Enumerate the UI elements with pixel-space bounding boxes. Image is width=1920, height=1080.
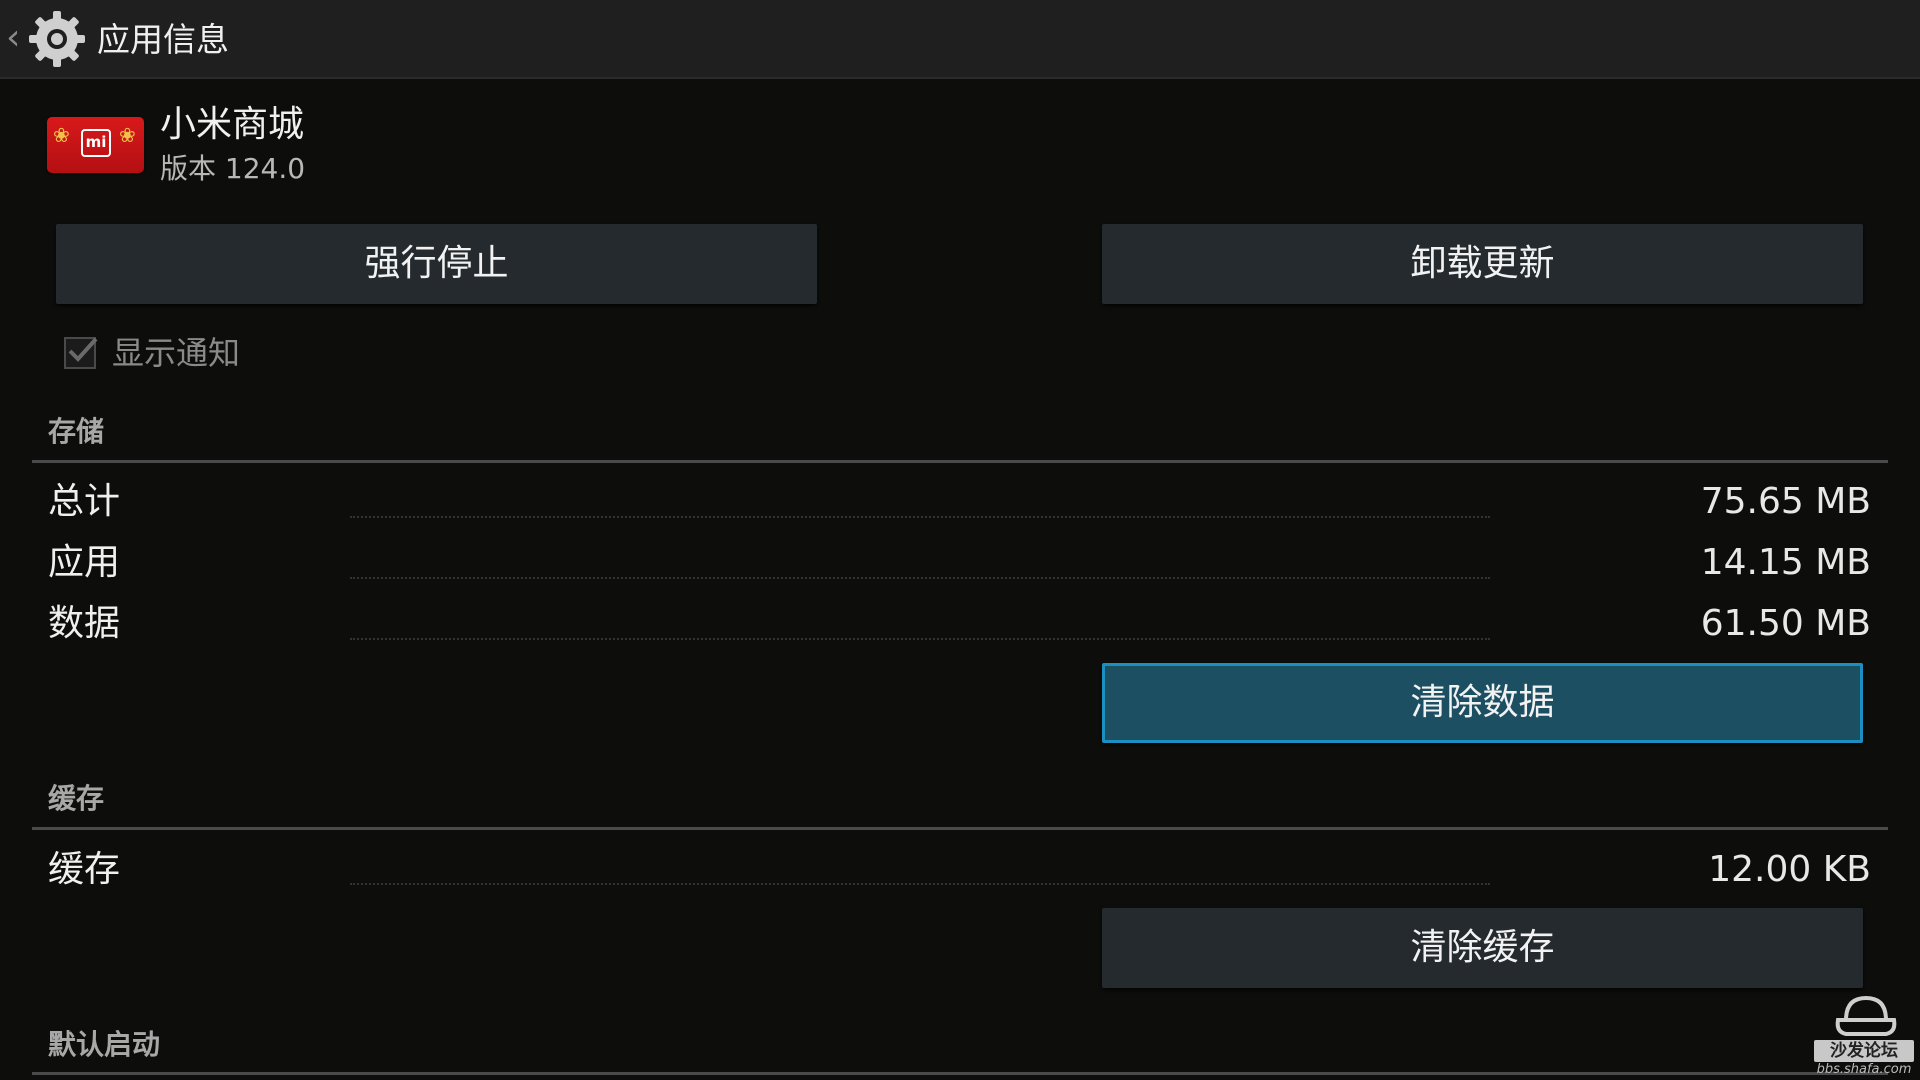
page-title: 应用信息 (97, 20, 229, 59)
chevron-left-icon[interactable]: ‹ (6, 18, 20, 58)
storage-data-value: 61.50 MB (1700, 603, 1871, 644)
decoration-icon: ❀ (53, 123, 70, 147)
mi-logo: mi (81, 129, 111, 157)
dotted-leader (350, 577, 1490, 579)
app-icon: ❀ mi ❀ (47, 117, 144, 173)
storage-section-header: 存储 (48, 415, 105, 448)
app-name: 小米商城 (160, 104, 305, 145)
show-notifications-label: 显示通知 (112, 334, 241, 372)
app-version: 版本 124.0 (160, 152, 306, 185)
dotted-leader (350, 516, 1490, 518)
section-divider (32, 460, 1888, 463)
dotted-leader (350, 638, 1490, 640)
watermark-url: bbs.shafa.com (1816, 1062, 1912, 1077)
decoration-icon: ❀ (119, 123, 136, 147)
sofa-logo-icon (1835, 995, 1897, 1036)
cache-size-label: 缓存 (48, 849, 121, 890)
default-launch-section-header: 默认启动 (48, 1028, 161, 1061)
section-divider (32, 827, 1888, 830)
uninstall-updates-button[interactable]: 卸载更新 (1102, 224, 1863, 304)
shafa-watermark: 沙发论坛 bbs.shafa.com (1810, 990, 1916, 1078)
storage-app-label: 应用 (48, 542, 121, 583)
watermark-badge: 沙发论坛 (1814, 1040, 1914, 1062)
cache-size-value: 12.00 KB (1708, 849, 1871, 890)
show-notifications-checkbox[interactable] (64, 337, 98, 369)
storage-app-value: 14.15 MB (1700, 542, 1871, 583)
storage-data-label: 数据 (48, 603, 121, 644)
clear-data-button[interactable]: 清除数据 (1102, 663, 1863, 743)
force-stop-button[interactable]: 强行停止 (56, 224, 817, 304)
dotted-leader (350, 883, 1490, 885)
gear-icon[interactable] (26, 8, 88, 70)
checkmark-icon (68, 337, 98, 362)
storage-total-value: 75.65 MB (1700, 481, 1871, 522)
clear-cache-button[interactable]: 清除缓存 (1102, 908, 1863, 988)
cache-section-header: 缓存 (48, 782, 105, 815)
storage-total-label: 总计 (48, 481, 121, 522)
action-bar: ‹ 应用信息 (0, 0, 1920, 79)
section-divider (32, 1072, 1888, 1075)
